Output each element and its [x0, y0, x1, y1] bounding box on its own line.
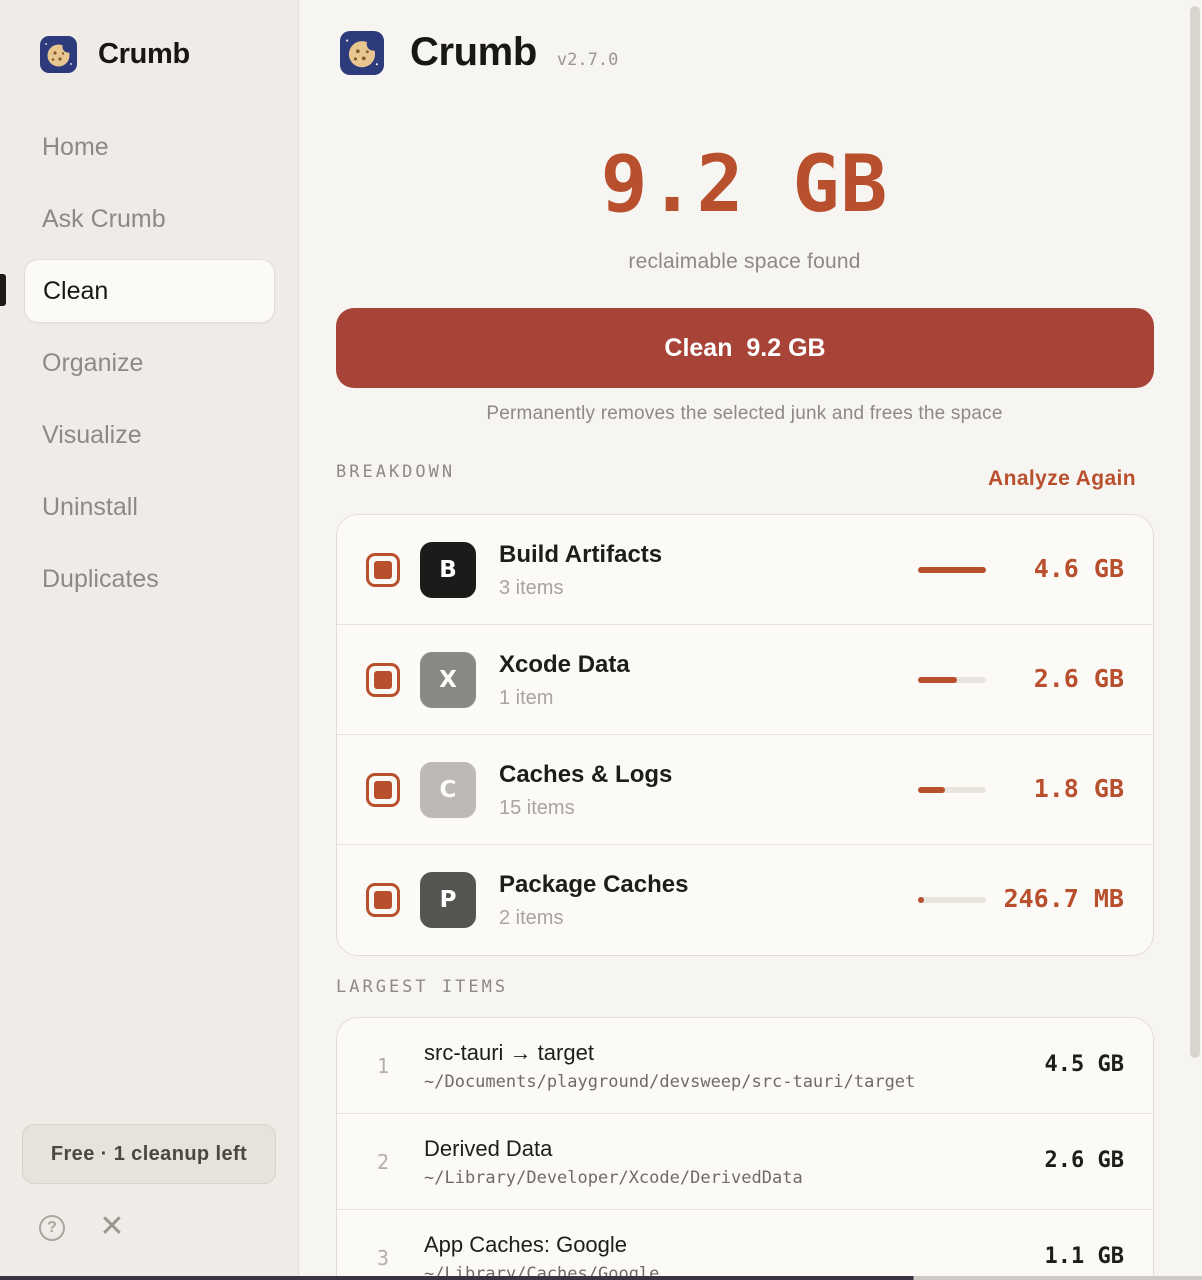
- category-letter-icon: B: [420, 542, 476, 598]
- category-size: 2.6 GB: [1033, 664, 1124, 693]
- sidebar-item-home[interactable]: Home: [24, 115, 275, 179]
- item-rank: 3: [377, 1246, 390, 1270]
- size-bar-fill: [918, 677, 957, 683]
- item-path: ~/Documents/playground/devsweep/src-taur…: [424, 1072, 916, 1092]
- size-bar-fill: [918, 897, 924, 903]
- category-item-count: 15 items: [499, 797, 575, 819]
- item-path: ~/Library/Developer/Xcode/DerivedData: [424, 1168, 803, 1188]
- category-checkbox[interactable]: [366, 663, 400, 697]
- category-letter-icon: X: [420, 652, 476, 708]
- category-name: Build Artifacts: [499, 541, 663, 568]
- category-checkbox[interactable]: [366, 773, 400, 807]
- category-name: Xcode Data: [499, 651, 630, 678]
- size-bar: [918, 677, 986, 683]
- version-label: v2.7.0: [556, 49, 619, 70]
- breakdown-row[interactable]: C Caches & Logs 15 items 1.8 GB: [337, 735, 1153, 845]
- category-name: Package Caches: [499, 871, 689, 898]
- largest-items-list: 1 src-tauri → target ~/Documents/playgroun…: [336, 1017, 1154, 1280]
- cookie-icon: [340, 30, 384, 75]
- close-icon[interactable]: ✕: [98, 1212, 126, 1242]
- item-size: 1.1 GB: [1044, 1244, 1124, 1269]
- sidebar-nav: Home Ask Crumb Clean Organize Visualize …: [24, 115, 275, 619]
- largest-item-row[interactable]: 2 Derived Data ~/Library/Developer/Xcode/D…: [337, 1114, 1153, 1210]
- category-size: 1.8 GB: [1033, 774, 1124, 803]
- question-circle-icon[interactable]: ?: [39, 1215, 65, 1241]
- breakdown-row[interactable]: P Package Caches 2 items 246.7 MB: [337, 845, 1153, 955]
- page-header: Crumb v2.7.0: [340, 30, 618, 75]
- size-bar-fill: [918, 787, 945, 793]
- category-item-count: 1 item: [499, 687, 554, 709]
- window-bottom-edge: [0, 1276, 1202, 1280]
- size-bar: [918, 787, 986, 793]
- item-rank: 2: [377, 1150, 390, 1174]
- clean-note: Permanently removes the selected junk an…: [486, 403, 1003, 424]
- item-rank: 1: [377, 1054, 390, 1078]
- clean-button[interactable]: Clean 9.2 GB: [336, 308, 1154, 388]
- item-name: Derived Data: [424, 1136, 553, 1161]
- sidebar: Crumb Home Ask Crumb Clean Organize Visu…: [0, 0, 299, 1280]
- page-title: Crumb: [410, 30, 537, 74]
- largest-items-heading: LARGEST ITEMS: [336, 977, 509, 997]
- sidebar-item-ask-crumb[interactable]: Ask Crumb: [24, 187, 275, 251]
- item-name: App Caches: Google: [424, 1232, 628, 1257]
- category-item-count: 3 items: [499, 577, 564, 599]
- item-size: 2.6 GB: [1044, 1148, 1124, 1173]
- cookie-icon: [40, 36, 77, 73]
- category-checkbox[interactable]: [366, 553, 400, 587]
- category-checkbox[interactable]: [366, 883, 400, 917]
- sidebar-item-duplicates[interactable]: Duplicates: [24, 547, 275, 611]
- category-letter-icon: C: [420, 762, 476, 818]
- reclaimable-caption: reclaimable space found: [628, 250, 861, 273]
- breakdown-list: B Build Artifacts 3 items 4.6 GB X Xcode Data…: [336, 514, 1154, 956]
- reclaimable-size: 9.2 GB: [600, 140, 889, 230]
- breakdown-row[interactable]: X Xcode Data 1 item 2.6 GB: [337, 625, 1153, 735]
- breakdown-row[interactable]: B Build Artifacts 3 items 4.6 GB: [337, 515, 1153, 625]
- main-panel: Crumb v2.7.0 9.2 GB reclaimable space fo…: [300, 0, 1202, 1280]
- category-item-count: 2 items: [499, 907, 564, 929]
- largest-item-row[interactable]: 3 App Caches: Google ~/Library/Caches/Goog…: [337, 1210, 1153, 1280]
- sidebar-item-organize[interactable]: Organize: [24, 331, 275, 395]
- size-bar-fill: [918, 567, 986, 573]
- category-letter-icon: P: [420, 872, 476, 928]
- app-name: Crumb: [98, 38, 190, 70]
- sidebar-item-clean[interactable]: Clean: [24, 259, 275, 323]
- sidebar-item-visualize[interactable]: Visualize: [24, 403, 275, 467]
- sidebar-item-uninstall[interactable]: Uninstall: [24, 475, 275, 539]
- largest-item-row[interactable]: 1 src-tauri → target ~/Documents/playgroun…: [337, 1018, 1153, 1114]
- scrollbar[interactable]: [1190, 6, 1200, 1058]
- item-name: src-tauri → target: [424, 1040, 594, 1065]
- analyze-again-link[interactable]: Analyze Again: [988, 467, 1136, 491]
- category-size: 246.7 MB: [1003, 884, 1124, 913]
- breakdown-heading: BREAKDOWN: [336, 462, 456, 482]
- sidebar-brand: Crumb: [40, 36, 190, 73]
- size-bar: [918, 567, 986, 573]
- category-name: Caches & Logs: [499, 761, 673, 788]
- size-bar: [918, 897, 986, 903]
- plan-badge[interactable]: Free · 1 cleanup left: [22, 1124, 276, 1184]
- active-nav-indicator: [0, 274, 6, 306]
- category-size: 4.6 GB: [1033, 554, 1124, 583]
- item-size: 4.5 GB: [1044, 1052, 1124, 1077]
